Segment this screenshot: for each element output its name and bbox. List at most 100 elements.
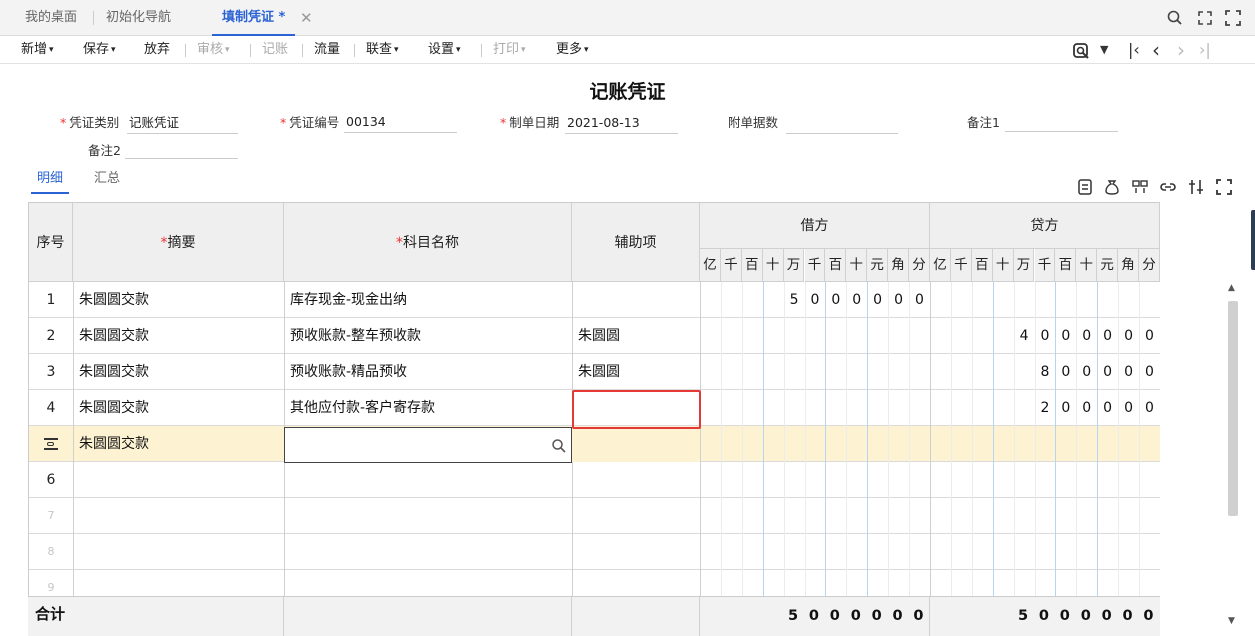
scroll-down-icon[interactable]: ▼	[1228, 616, 1235, 626]
total-debit-digit: 5	[787, 608, 799, 624]
remark1-label: 备注1	[967, 115, 1000, 130]
chevron-down-icon: ▾	[111, 45, 116, 55]
row-number: 8	[47, 545, 55, 558]
total-debit-digit: 0	[850, 608, 861, 624]
table-row[interactable]	[29, 282, 1160, 318]
summary-cell[interactable]: 朱圆圆交款	[79, 354, 149, 390]
toolbar-divider	[250, 44, 251, 57]
debit-unit-header: 十	[846, 249, 868, 282]
remark2-field[interactable]	[125, 139, 238, 159]
cashflow-button[interactable]: 流量	[314, 36, 340, 64]
post-button[interactable]: 记账	[262, 36, 288, 64]
fullscreen-icon[interactable]	[1224, 9, 1242, 27]
insert-row-icon[interactable]	[44, 438, 58, 450]
toolbar-divider	[354, 44, 355, 57]
account-cell[interactable]: 其他应付款-客户寄存款	[290, 390, 435, 426]
toolbar-divider	[481, 44, 482, 57]
account-cell[interactable]: 预收账款-精品预收	[290, 354, 407, 390]
split-icon[interactable]	[1132, 179, 1148, 195]
row-number: 1	[46, 292, 56, 308]
tab-detail[interactable]: 明细	[30, 170, 70, 194]
new-button[interactable]: 新增 ▾	[21, 36, 54, 64]
debit-unit-header: 十	[762, 249, 784, 282]
expand-icon[interactable]	[1216, 179, 1232, 195]
query-button[interactable]: 联查 ▾	[366, 36, 399, 64]
aux-item-highlight[interactable]	[572, 390, 701, 429]
header-seq: 序号	[29, 202, 73, 282]
summary-cell[interactable]: 朱圆圆交款	[79, 390, 149, 426]
credit-digit: 0	[1082, 400, 1092, 416]
prev-page-icon[interactable]: ‹	[1152, 40, 1160, 60]
remark1-field[interactable]	[1005, 112, 1118, 132]
swap-icon[interactable]	[1188, 179, 1204, 195]
credit-unit-header: 千	[950, 249, 972, 282]
last-page-icon[interactable]: ›|	[1199, 40, 1211, 60]
scroll-up-icon[interactable]: ▲	[1228, 283, 1235, 293]
row-number: 4	[46, 400, 56, 416]
total-row: 合计 50000005000000	[28, 596, 1160, 636]
search-settings-icon[interactable]	[1072, 41, 1092, 61]
aux-cell[interactable]: 朱圆圆	[578, 318, 620, 354]
credit-digit: 0	[1144, 400, 1154, 416]
save-button[interactable]: 保存 ▾	[83, 36, 116, 64]
credit-digit: 4	[1019, 328, 1029, 344]
credit-digit: 2	[1040, 400, 1050, 416]
total-credit-digit: 0	[1143, 608, 1154, 624]
settings-button[interactable]: 设置 ▾	[428, 36, 461, 64]
summary-cell[interactable]: 朱圆圆交款	[79, 426, 149, 462]
credit-digit: 0	[1124, 328, 1133, 344]
tab-voucher-entry[interactable]: 填制凭证 *	[211, 0, 296, 36]
debit-unit-header: 千	[720, 249, 742, 282]
credit-unit-header: 百	[1055, 249, 1077, 282]
insert-row-icon[interactable]	[1077, 179, 1093, 195]
credit-digit: 0	[1124, 364, 1133, 380]
chevron-down-icon[interactable]: ▼	[1100, 40, 1108, 60]
voucher-type-field[interactable]: 记账凭证	[127, 114, 238, 134]
header-summary: *摘要	[73, 202, 284, 282]
vertical-scrollbar[interactable]: ▲ ▼	[1226, 283, 1240, 628]
scroll-thumb[interactable]	[1228, 301, 1238, 516]
account-name-input[interactable]	[284, 427, 572, 463]
voucher-number-label: * 凭证编号	[280, 115, 340, 130]
tab-init-nav[interactable]: 初始化导航	[106, 0, 171, 36]
voucher-number-field[interactable]: 00134	[344, 113, 457, 133]
attachments-field[interactable]	[786, 114, 898, 134]
credit-digit: 0	[1144, 364, 1154, 380]
chevron-down-icon: ▾	[521, 45, 526, 55]
debit-unit-header: 百	[825, 249, 847, 282]
print-button[interactable]: 打印 ▾	[493, 36, 526, 64]
voucher-date-field[interactable]: 2021-08-13	[565, 114, 678, 134]
tab-divider	[93, 11, 94, 25]
search-icon[interactable]	[1166, 9, 1184, 27]
table-row[interactable]	[29, 534, 1160, 570]
table-row[interactable]	[29, 498, 1160, 534]
link-icon[interactable]	[1160, 179, 1176, 195]
credit-unit-header: 元	[1097, 249, 1119, 282]
total-credit-digit: 5	[1017, 608, 1029, 624]
summary-cell[interactable]: 朱圆圆交款	[79, 318, 149, 354]
account-cell[interactable]: 预收账款-整车预收款	[290, 318, 421, 354]
account-cell[interactable]: 库存现金-现金出纳	[290, 282, 407, 318]
side-panel-handle[interactable]	[1251, 210, 1255, 270]
total-debit-digit: 0	[829, 608, 840, 624]
tab-my-desktop[interactable]: 我的桌面	[25, 0, 77, 36]
search-icon[interactable]	[551, 438, 567, 454]
close-tab-icon[interactable]: ✕	[300, 0, 313, 36]
row-number	[29, 426, 73, 462]
aux-cell[interactable]: 朱圆圆	[578, 354, 620, 390]
first-page-icon[interactable]: |‹	[1128, 40, 1140, 60]
restore-icon[interactable]	[1196, 9, 1214, 27]
summary-cell[interactable]: 朱圆圆交款	[79, 282, 149, 318]
discard-button[interactable]: 放弃	[144, 36, 170, 64]
toolbar-divider	[185, 44, 186, 57]
row-number: 2	[46, 328, 56, 344]
more-button[interactable]: 更多 ▾	[556, 36, 589, 64]
audit-button[interactable]: 审核 ▾	[197, 36, 230, 64]
tab-summary[interactable]: 汇总	[94, 170, 120, 188]
header-account: *科目名称	[284, 202, 572, 282]
debit-digit: 0	[873, 292, 883, 308]
next-page-icon[interactable]: ›	[1177, 40, 1185, 60]
total-label: 合计	[35, 605, 66, 623]
table-row[interactable]	[29, 462, 1160, 498]
money-bag-icon[interactable]	[1104, 179, 1120, 195]
